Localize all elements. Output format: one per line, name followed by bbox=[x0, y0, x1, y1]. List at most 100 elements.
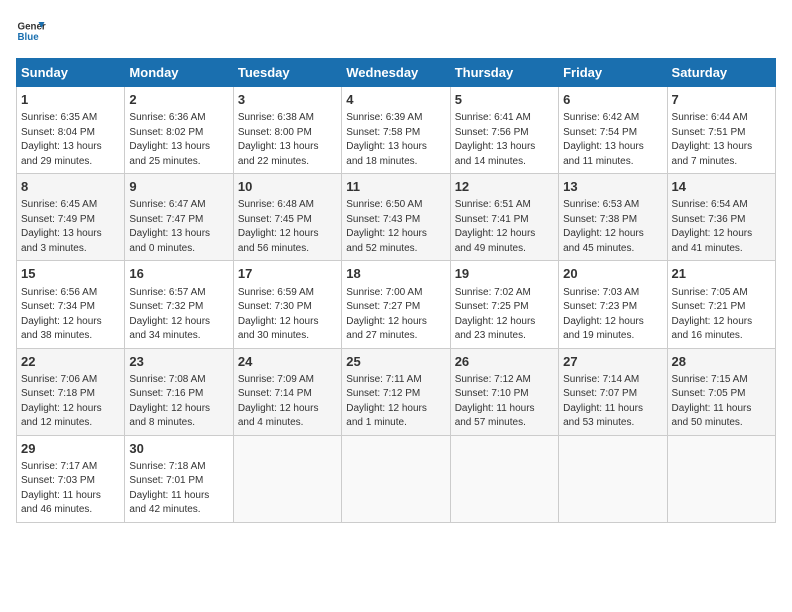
day-number: 21 bbox=[672, 265, 771, 283]
day-number: 25 bbox=[346, 353, 445, 371]
calendar-cell: 19 Sunrise: 7:02 AM Sunset: 7:25 PM Dayli… bbox=[450, 261, 558, 348]
day-info: Sunrise: 6:48 AM Sunset: 7:45 PM Dayligh… bbox=[238, 198, 337, 256]
day-info: Sunrise: 7:05 AM Sunset: 7:21 PM Dayligh… bbox=[672, 286, 771, 344]
day-number: 10 bbox=[238, 178, 337, 196]
calendar-cell: 22Sunrise: 7:06 AM Sunset: 7:18 PM Dayli… bbox=[17, 348, 125, 435]
calendar-week-row: 29Sunrise: 7:17 AM Sunset: 7:03 PM Dayli… bbox=[17, 435, 776, 522]
day-number: 8 bbox=[21, 178, 120, 196]
calendar-cell: 8 Sunrise: 6:45 AM Sunset: 7:49 PM Daylig… bbox=[17, 174, 125, 261]
weekday-header-saturday: Saturday bbox=[667, 59, 775, 87]
day-number: 12 bbox=[455, 178, 554, 196]
calendar-cell: 15 Sunrise: 6:56 AM Sunset: 7:34 PM Dayli… bbox=[17, 261, 125, 348]
calendar-cell: 28 Sunrise: 7:15 AM Sunset: 7:05 PM Dayli… bbox=[667, 348, 775, 435]
day-info: Sunrise: 7:06 AM Sunset: 7:18 PM Dayligh… bbox=[21, 373, 120, 431]
day-number: 20 bbox=[563, 265, 662, 283]
weekday-header-row: SundayMondayTuesdayWednesdayThursdayFrid… bbox=[17, 59, 776, 87]
day-number: 23 bbox=[129, 353, 228, 371]
day-info: Sunrise: 6:47 AM Sunset: 7:47 PM Dayligh… bbox=[129, 198, 228, 256]
calendar-cell bbox=[667, 435, 775, 522]
calendar-cell bbox=[342, 435, 450, 522]
calendar-cell: 30Sunrise: 7:18 AM Sunset: 7:01 PM Dayli… bbox=[125, 435, 233, 522]
calendar-cell: 14Sunrise: 6:54 AM Sunset: 7:36 PM Dayli… bbox=[667, 174, 775, 261]
day-info: Sunrise: 6:45 AM Sunset: 7:49 PM Dayligh… bbox=[21, 198, 120, 256]
day-number: 7 bbox=[672, 91, 771, 109]
calendar-cell: 10 Sunrise: 6:48 AM Sunset: 7:45 PM Dayli… bbox=[233, 174, 341, 261]
day-number: 28 bbox=[672, 353, 771, 371]
calendar-cell: 1Sunrise: 6:35 AM Sunset: 8:04 PM Daylig… bbox=[17, 87, 125, 174]
day-number: 5 bbox=[455, 91, 554, 109]
day-number: 24 bbox=[238, 353, 337, 371]
day-number: 18 bbox=[346, 265, 445, 283]
day-info: Sunrise: 6:50 AM Sunset: 7:43 PM Dayligh… bbox=[346, 198, 445, 256]
day-info: Sunrise: 7:11 AM Sunset: 7:12 PM Dayligh… bbox=[346, 373, 445, 431]
day-info: Sunrise: 7:08 AM Sunset: 7:16 PM Dayligh… bbox=[129, 373, 228, 431]
weekday-header-thursday: Thursday bbox=[450, 59, 558, 87]
svg-text:Blue: Blue bbox=[18, 32, 40, 43]
calendar-cell bbox=[450, 435, 558, 522]
day-info: Sunrise: 7:03 AM Sunset: 7:23 PM Dayligh… bbox=[563, 286, 662, 344]
day-number: 2 bbox=[129, 91, 228, 109]
calendar-cell: 27Sunrise: 7:14 AM Sunset: 7:07 PM Dayli… bbox=[559, 348, 667, 435]
calendar-week-row: 15 Sunrise: 6:56 AM Sunset: 7:34 PM Dayli… bbox=[17, 261, 776, 348]
weekday-header-friday: Friday bbox=[559, 59, 667, 87]
day-info: Sunrise: 7:15 AM Sunset: 7:05 PM Dayligh… bbox=[672, 373, 771, 431]
calendar-cell: 29Sunrise: 7:17 AM Sunset: 7:03 PM Dayli… bbox=[17, 435, 125, 522]
calendar-cell: 16 Sunrise: 6:57 AM Sunset: 7:32 PM Dayli… bbox=[125, 261, 233, 348]
day-info: Sunrise: 6:57 AM Sunset: 7:32 PM Dayligh… bbox=[129, 286, 228, 344]
day-info: Sunrise: 7:00 AM Sunset: 7:27 PM Dayligh… bbox=[346, 286, 445, 344]
day-info: Sunrise: 6:35 AM Sunset: 8:04 PM Dayligh… bbox=[21, 111, 120, 169]
calendar-cell: 17 Sunrise: 6:59 AM Sunset: 7:30 PM Dayli… bbox=[233, 261, 341, 348]
day-number: 13 bbox=[563, 178, 662, 196]
calendar-cell: 23 Sunrise: 7:08 AM Sunset: 7:16 PM Dayli… bbox=[125, 348, 233, 435]
weekday-header-monday: Monday bbox=[125, 59, 233, 87]
day-info: Sunrise: 6:56 AM Sunset: 7:34 PM Dayligh… bbox=[21, 286, 120, 344]
day-info: Sunrise: 7:02 AM Sunset: 7:25 PM Dayligh… bbox=[455, 286, 554, 344]
calendar-week-row: 8 Sunrise: 6:45 AM Sunset: 7:49 PM Daylig… bbox=[17, 174, 776, 261]
calendar-cell: 5 Sunrise: 6:41 AM Sunset: 7:56 PM Daylig… bbox=[450, 87, 558, 174]
day-info: Sunrise: 6:44 AM Sunset: 7:51 PM Dayligh… bbox=[672, 111, 771, 169]
calendar-cell: 9 Sunrise: 6:47 AM Sunset: 7:47 PM Daylig… bbox=[125, 174, 233, 261]
day-number: 15 bbox=[21, 265, 120, 283]
day-number: 17 bbox=[238, 265, 337, 283]
day-info: Sunrise: 6:42 AM Sunset: 7:54 PM Dayligh… bbox=[563, 111, 662, 169]
day-number: 19 bbox=[455, 265, 554, 283]
calendar-table: SundayMondayTuesdayWednesdayThursdayFrid… bbox=[16, 58, 776, 523]
calendar-cell: 6Sunrise: 6:42 AM Sunset: 7:54 PM Daylig… bbox=[559, 87, 667, 174]
calendar-cell bbox=[559, 435, 667, 522]
calendar-cell: 21 Sunrise: 7:05 AM Sunset: 7:21 PM Dayli… bbox=[667, 261, 775, 348]
calendar-week-row: 1Sunrise: 6:35 AM Sunset: 8:04 PM Daylig… bbox=[17, 87, 776, 174]
day-info: Sunrise: 7:17 AM Sunset: 7:03 PM Dayligh… bbox=[21, 460, 120, 518]
calendar-week-row: 22Sunrise: 7:06 AM Sunset: 7:18 PM Dayli… bbox=[17, 348, 776, 435]
day-info: Sunrise: 7:12 AM Sunset: 7:10 PM Dayligh… bbox=[455, 373, 554, 431]
calendar-cell: 12 Sunrise: 6:51 AM Sunset: 7:41 PM Dayli… bbox=[450, 174, 558, 261]
day-info: Sunrise: 7:09 AM Sunset: 7:14 PM Dayligh… bbox=[238, 373, 337, 431]
logo: General Blue bbox=[16, 16, 46, 46]
calendar-cell: 7 Sunrise: 6:44 AM Sunset: 7:51 PM Daylig… bbox=[667, 87, 775, 174]
calendar-cell: 24 Sunrise: 7:09 AM Sunset: 7:14 PM Dayli… bbox=[233, 348, 341, 435]
day-info: Sunrise: 6:51 AM Sunset: 7:41 PM Dayligh… bbox=[455, 198, 554, 256]
calendar-cell: 4 Sunrise: 6:39 AM Sunset: 7:58 PM Daylig… bbox=[342, 87, 450, 174]
day-info: Sunrise: 7:14 AM Sunset: 7:07 PM Dayligh… bbox=[563, 373, 662, 431]
day-number: 9 bbox=[129, 178, 228, 196]
day-number: 4 bbox=[346, 91, 445, 109]
weekday-header-wednesday: Wednesday bbox=[342, 59, 450, 87]
calendar-cell: 13 Sunrise: 6:53 AM Sunset: 7:38 PM Dayli… bbox=[559, 174, 667, 261]
day-info: Sunrise: 6:54 AM Sunset: 7:36 PM Dayligh… bbox=[672, 198, 771, 256]
page-header: General Blue bbox=[16, 16, 776, 46]
day-info: Sunrise: 6:53 AM Sunset: 7:38 PM Dayligh… bbox=[563, 198, 662, 256]
day-info: Sunrise: 6:38 AM Sunset: 8:00 PM Dayligh… bbox=[238, 111, 337, 169]
day-info: Sunrise: 6:36 AM Sunset: 8:02 PM Dayligh… bbox=[129, 111, 228, 169]
calendar-cell: 11Sunrise: 6:50 AM Sunset: 7:43 PM Dayli… bbox=[342, 174, 450, 261]
calendar-cell: 3 Sunrise: 6:38 AM Sunset: 8:00 PM Daylig… bbox=[233, 87, 341, 174]
day-info: Sunrise: 6:41 AM Sunset: 7:56 PM Dayligh… bbox=[455, 111, 554, 169]
logo-icon: General Blue bbox=[16, 16, 46, 46]
weekday-header-tuesday: Tuesday bbox=[233, 59, 341, 87]
day-number: 3 bbox=[238, 91, 337, 109]
weekday-header-sunday: Sunday bbox=[17, 59, 125, 87]
day-info: Sunrise: 6:59 AM Sunset: 7:30 PM Dayligh… bbox=[238, 286, 337, 344]
day-number: 16 bbox=[129, 265, 228, 283]
day-info: Sunrise: 6:39 AM Sunset: 7:58 PM Dayligh… bbox=[346, 111, 445, 169]
calendar-cell: 2 Sunrise: 6:36 AM Sunset: 8:02 PM Daylig… bbox=[125, 87, 233, 174]
calendar-cell: 25 Sunrise: 7:11 AM Sunset: 7:12 PM Dayli… bbox=[342, 348, 450, 435]
day-number: 30 bbox=[129, 440, 228, 458]
